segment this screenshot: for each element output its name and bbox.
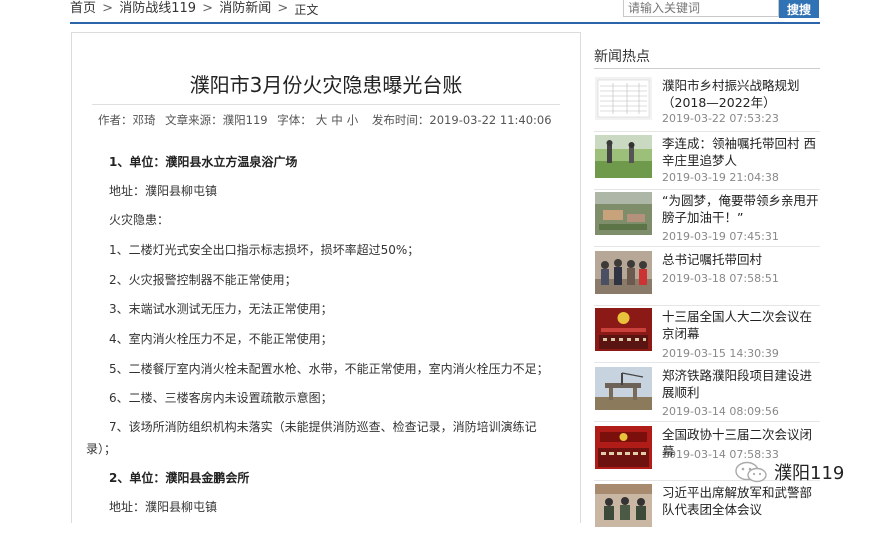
article-title: 濮阳市3月份火灾隐患曝光台账	[189, 73, 463, 97]
article-line: 1、二楼灯光式安全出口指示标志损坏，损坏率超过50%；	[109, 243, 420, 257]
news-date: 2019-03-18 07:58:51	[662, 272, 779, 285]
font-size-label: 字体：	[277, 113, 312, 127]
meta-divider	[92, 104, 560, 105]
news-title[interactable]: 习近平出席解放军和武警部队代表团全体会议	[662, 484, 820, 518]
article-publish-time: 发布时间：2019-03-22 11:40:06	[371, 113, 552, 127]
search-box: 搜搜	[623, 0, 819, 18]
news-divider	[594, 362, 820, 363]
top-bar: 首页 > 消防战线119 > 消防新闻 > 正文 搜搜	[0, 0, 880, 22]
article-meta: 作者：邓琦 文章来源：濮阳119 字体： 大中小 发布时间：2019-03-22 …	[98, 112, 558, 128]
wechat-icon	[735, 461, 767, 483]
article-line: 2、单位：濮阳县金鹏会所	[109, 471, 250, 485]
news-title[interactable]: “为圆梦，俺要带领乡亲甩开膀子加油干！”	[662, 192, 820, 226]
font-size-large-button[interactable]: 大	[316, 113, 328, 127]
news-date: 2019-03-19 21:04:38	[662, 171, 779, 184]
news-title[interactable]: 郑济铁路濮阳段项目建设进展顺利	[662, 367, 820, 401]
sidebar-divider	[594, 68, 820, 69]
article-panel: 濮阳市3月份火灾隐患曝光台账 作者：邓琦 文章来源：濮阳119 字体： 大中小 发…	[71, 32, 581, 523]
news-title[interactable]: 李连成：领袖嘱托带回村 西辛庄里追梦人	[662, 135, 820, 169]
news-title[interactable]: 十三届全国人大二次会议在京闭幕	[662, 308, 820, 342]
font-size-controls: 字体： 大中小	[277, 113, 362, 127]
article-line: 3、末端试水测试无压力，无法正常使用；	[109, 302, 333, 316]
breadcrumb-current: 正文	[294, 3, 319, 17]
news-item[interactable]: 濮阳市乡村振兴战略规划（2018—2022年） 2019-03-22 07:53…	[594, 75, 820, 132]
search-input[interactable]	[623, 0, 779, 17]
news-item[interactable]: 总书记嘱托带回村 2019-03-18 07:58:51	[594, 249, 820, 306]
article-line: 地址：濮阳县柳屯镇	[109, 184, 218, 198]
news-item[interactable]: 李连成：领袖嘱托带回村 西辛庄里追梦人 2019-03-19 21:04:38	[594, 133, 820, 190]
breadcrumb-fire-news-link[interactable]: 消防新闻	[219, 1, 271, 16]
news-date: 2019-03-15 14:30:39	[662, 347, 779, 360]
assembly-hall-thumbnail	[595, 426, 652, 469]
news-date: 2019-03-22 07:53:23	[662, 112, 779, 125]
news-divider	[594, 421, 820, 422]
article-line: 7、该场所消防组织机构未落实（未能提供消防巡查、检查记录，消防培训演练记	[109, 420, 537, 434]
aerial-village-thumbnail	[595, 192, 652, 235]
news-title[interactable]: 总书记嘱托带回村	[662, 251, 820, 268]
article-line: 地址：濮阳县柳屯镇	[109, 500, 218, 514]
news-title[interactable]: 濮阳市乡村振兴战略规划（2018—2022年）	[662, 77, 820, 111]
breadcrumb-separator: >	[202, 1, 214, 16]
breadcrumb: 首页 > 消防战线119 > 消防新闻 > 正文	[70, 0, 319, 17]
assembly-hall-thumbnail	[595, 308, 652, 351]
news-item[interactable]: 郑济铁路濮阳段项目建设进展顺利 2019-03-14 08:09:56	[594, 365, 820, 422]
article-author: 作者：邓琦	[98, 113, 156, 127]
article-line: 1、单位：濮阳县水立方温泉浴广场	[109, 155, 298, 169]
breadcrumb-home-link[interactable]: 首页	[70, 1, 96, 16]
news-date: 2019-03-14 08:09:56	[662, 405, 779, 418]
article-line: 火灾隐患：	[109, 213, 170, 227]
news-divider	[594, 246, 820, 247]
font-size-medium-button[interactable]: 中	[331, 113, 343, 127]
article-line: 录）；	[86, 442, 117, 456]
header-divider	[70, 22, 820, 24]
article-line: 6、二楼、三楼客房内未设置疏散示意图；	[109, 391, 333, 405]
field-people-thumbnail	[595, 135, 652, 178]
article-line: 4、室内消火栓压力不足，不能正常使用；	[109, 332, 333, 346]
news-divider	[594, 131, 820, 132]
breadcrumb-separator: >	[102, 1, 114, 16]
search-button[interactable]: 搜搜	[779, 0, 819, 18]
news-item[interactable]: 十三届全国人大二次会议在京闭幕 2019-03-15 14:30:39	[594, 306, 820, 363]
construction-thumbnail	[595, 367, 652, 410]
article-source: 文章来源：濮阳119	[165, 113, 268, 127]
font-size-small-button[interactable]: 小	[347, 113, 359, 127]
news-date: 2019-03-14 07:58:33	[662, 448, 779, 461]
article-line: 5、二楼餐厅室内消火栓未配置水枪、水带，不能正常使用，室内消火栓压力不足；	[109, 362, 549, 376]
meeting-thumbnail	[595, 484, 652, 527]
breadcrumb-separator: >	[277, 1, 289, 16]
article-line: 2、火灾报警控制器不能正常使用；	[109, 273, 297, 287]
hot-news-sidebar: 新闻热点 濮阳市乡村振兴战略规划（2018—2022年） 2019-03-22 …	[594, 40, 820, 527]
watermark-text: 濮阳119	[774, 463, 845, 484]
news-item[interactable]: “为圆梦，俺要带领乡亲甩开膀子加油干！” 2019-03-19 07:45:31	[594, 190, 820, 247]
news-date: 2019-03-19 07:45:31	[662, 230, 779, 243]
breadcrumb-fire-119-link[interactable]: 消防战线119	[119, 1, 196, 16]
sidebar-heading: 新闻热点	[594, 49, 650, 65]
document-table-thumbnail	[595, 77, 652, 120]
group-people-thumbnail	[595, 251, 652, 294]
